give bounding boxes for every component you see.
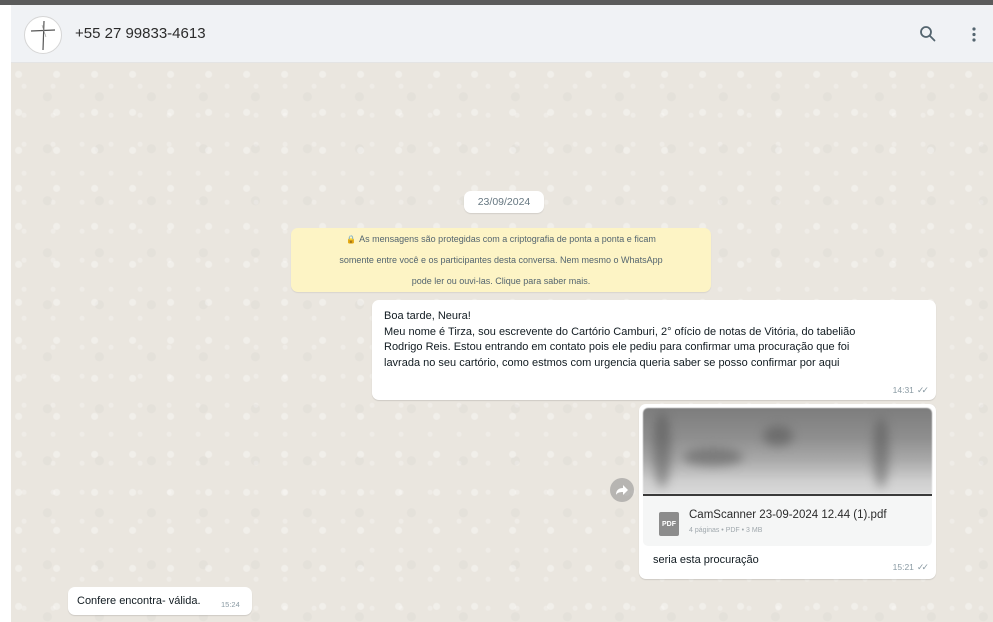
message-time: 14:31 — [892, 385, 914, 395]
cross-avatar-icon — [30, 20, 56, 51]
document-message[interactable]: PDF CamScanner 23-09-2024 12.44 (1).pdf … — [639, 404, 936, 579]
read-ticks-icon: ✓✓ — [916, 562, 929, 572]
date-divider: 23/09/2024 — [464, 191, 544, 213]
forward-button[interactable] — [610, 478, 634, 502]
pdf-file-icon: PDF — [659, 512, 679, 536]
document-file-meta: 4 páginas • PDF • 3 MB — [689, 527, 763, 534]
lock-icon: 🔒 — [346, 235, 357, 244]
outgoing-message[interactable]: Boa tarde, Neura! Meu nome é Tirza, sou … — [372, 300, 936, 400]
message-text: Boa tarde, Neura! Meu nome é Tirza, sou … — [384, 310, 856, 369]
document-file-row[interactable]: PDF CamScanner 23-09-2024 12.44 (1).pdf … — [643, 496, 932, 546]
message-time: 15:21 — [892, 562, 914, 572]
message-time: 15:24 — [221, 600, 240, 609]
contact-name[interactable]: +55 27 99833-4613 — [75, 25, 206, 42]
read-ticks-icon: ✓✓ — [916, 385, 929, 395]
message-list[interactable]: 23/09/2024 🔒 As mensagens são protegidas … — [11, 63, 993, 622]
message-meta: 15:21 ✓✓ — [892, 562, 929, 573]
conversation-pane: +55 27 99833-4613 23/09/2024 🔒 As mensage… — [11, 5, 993, 622]
encryption-notice-line: 🔒 As mensagens são protegidas com a cript… — [346, 234, 656, 244]
document-caption: seria esta procuração — [653, 554, 759, 566]
encryption-notice-line: somente entre você e os participantes de… — [339, 255, 663, 265]
avatar[interactable] — [24, 16, 62, 54]
kebab-menu-icon[interactable] — [963, 23, 985, 45]
conversation-header[interactable]: +55 27 99833-4613 — [11, 5, 993, 63]
incoming-message[interactable]: Confere encontra- válida. 15:24 — [68, 587, 252, 615]
encryption-notice[interactable]: 🔒 As mensagens são protegidas com a cript… — [291, 228, 711, 292]
message-text: Confere encontra- válida. — [77, 595, 201, 607]
forward-icon — [616, 485, 628, 495]
encryption-notice-line: pode ler ou ouvi-las. Clique para saber … — [411, 276, 591, 286]
search-icon[interactable] — [917, 23, 939, 45]
document-preview[interactable] — [643, 408, 932, 494]
document-file-name[interactable]: CamScanner 23-09-2024 12.44 (1).pdf — [689, 509, 887, 521]
message-meta: 14:31 ✓✓ — [892, 385, 929, 396]
